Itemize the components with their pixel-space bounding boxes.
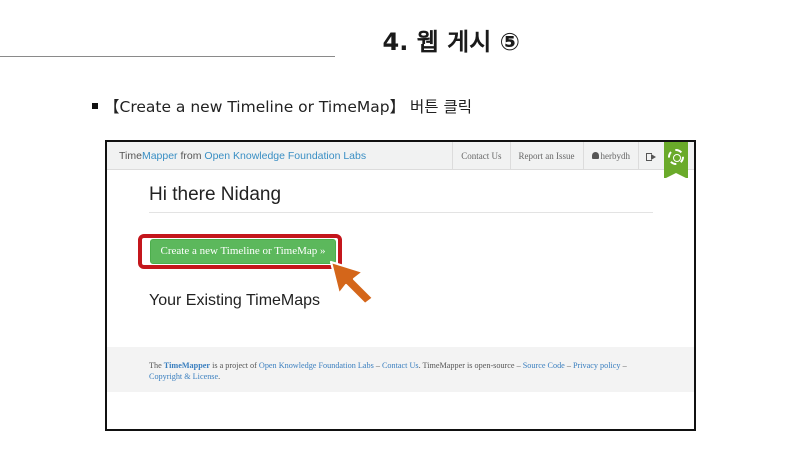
footer-source-link[interactable]: Source Code [523, 361, 565, 370]
footer-text-3: – [373, 361, 382, 370]
existing-timemaps-heading: Your Existing TimeMaps [149, 292, 321, 309]
footer-text: The TimeMapper is a project of Open Know… [149, 360, 661, 382]
brand-org-link[interactable]: Open Knowledge Foundation Labs [204, 150, 366, 162]
footer-okfn-link[interactable]: Open Knowledge Foundation Labs [259, 361, 374, 370]
sign-out-icon[interactable] [638, 142, 660, 170]
navbar: TimeMapper from Open Knowledge Foundatio… [107, 142, 694, 179]
bullet-icon [92, 102, 98, 109]
instruction-text: 【Create a new Timeline or TimeMap】 버튼 클릭 [92, 95, 472, 117]
footer-timemapper-link[interactable]: TimeMapper [164, 361, 210, 370]
page-footer: The TimeMapper is a project of Open Know… [107, 347, 694, 392]
greeting-heading: Hi there Nidang [149, 184, 282, 205]
brand-time: Time [119, 150, 142, 162]
heading-divider [149, 212, 653, 213]
footer-text-5: – [564, 361, 573, 370]
pointer-arrow-icon [329, 260, 375, 306]
footer-text-2: is a project of [210, 361, 259, 370]
gear-icon [668, 149, 684, 165]
footer-text-6: – [620, 361, 627, 370]
footer-contact-link[interactable]: Contact Us [382, 361, 419, 370]
title-divider [0, 56, 335, 57]
fork-ribbon[interactable] [664, 142, 688, 179]
browser-screenshot: TimeMapper from Open Knowledge Foundatio… [105, 140, 696, 431]
nav-report-issue[interactable]: Report an Issue [509, 142, 583, 170]
user-icon [591, 152, 599, 160]
nav-user[interactable]: herbydh [582, 142, 639, 170]
footer-text-1: The [149, 361, 164, 370]
footer-text-4: . TimeMapper is open-source – [418, 361, 523, 370]
nav-links: Contact Us Report an Issue herbydh [452, 142, 660, 170]
create-timeline-button[interactable]: Create a new Timeline or TimeMap » [150, 239, 336, 264]
brand[interactable]: TimeMapper from Open Knowledge Foundatio… [119, 150, 366, 162]
instruction-label: 【Create a new Timeline or TimeMap】 버튼 클릭 [104, 98, 472, 116]
brand-mapper: Mapper [141, 150, 178, 162]
nav-contact-us[interactable]: Contact Us [452, 142, 509, 170]
brand-from: from [177, 150, 205, 162]
slide-title: 4. 웹 게시 ⑤ [382, 28, 520, 56]
footer-text-7: . [218, 372, 221, 381]
footer-license-link[interactable]: Copyright & License [149, 372, 218, 381]
nav-user-label: herbydh [600, 151, 631, 161]
footer-privacy-link[interactable]: Privacy policy [573, 361, 621, 370]
